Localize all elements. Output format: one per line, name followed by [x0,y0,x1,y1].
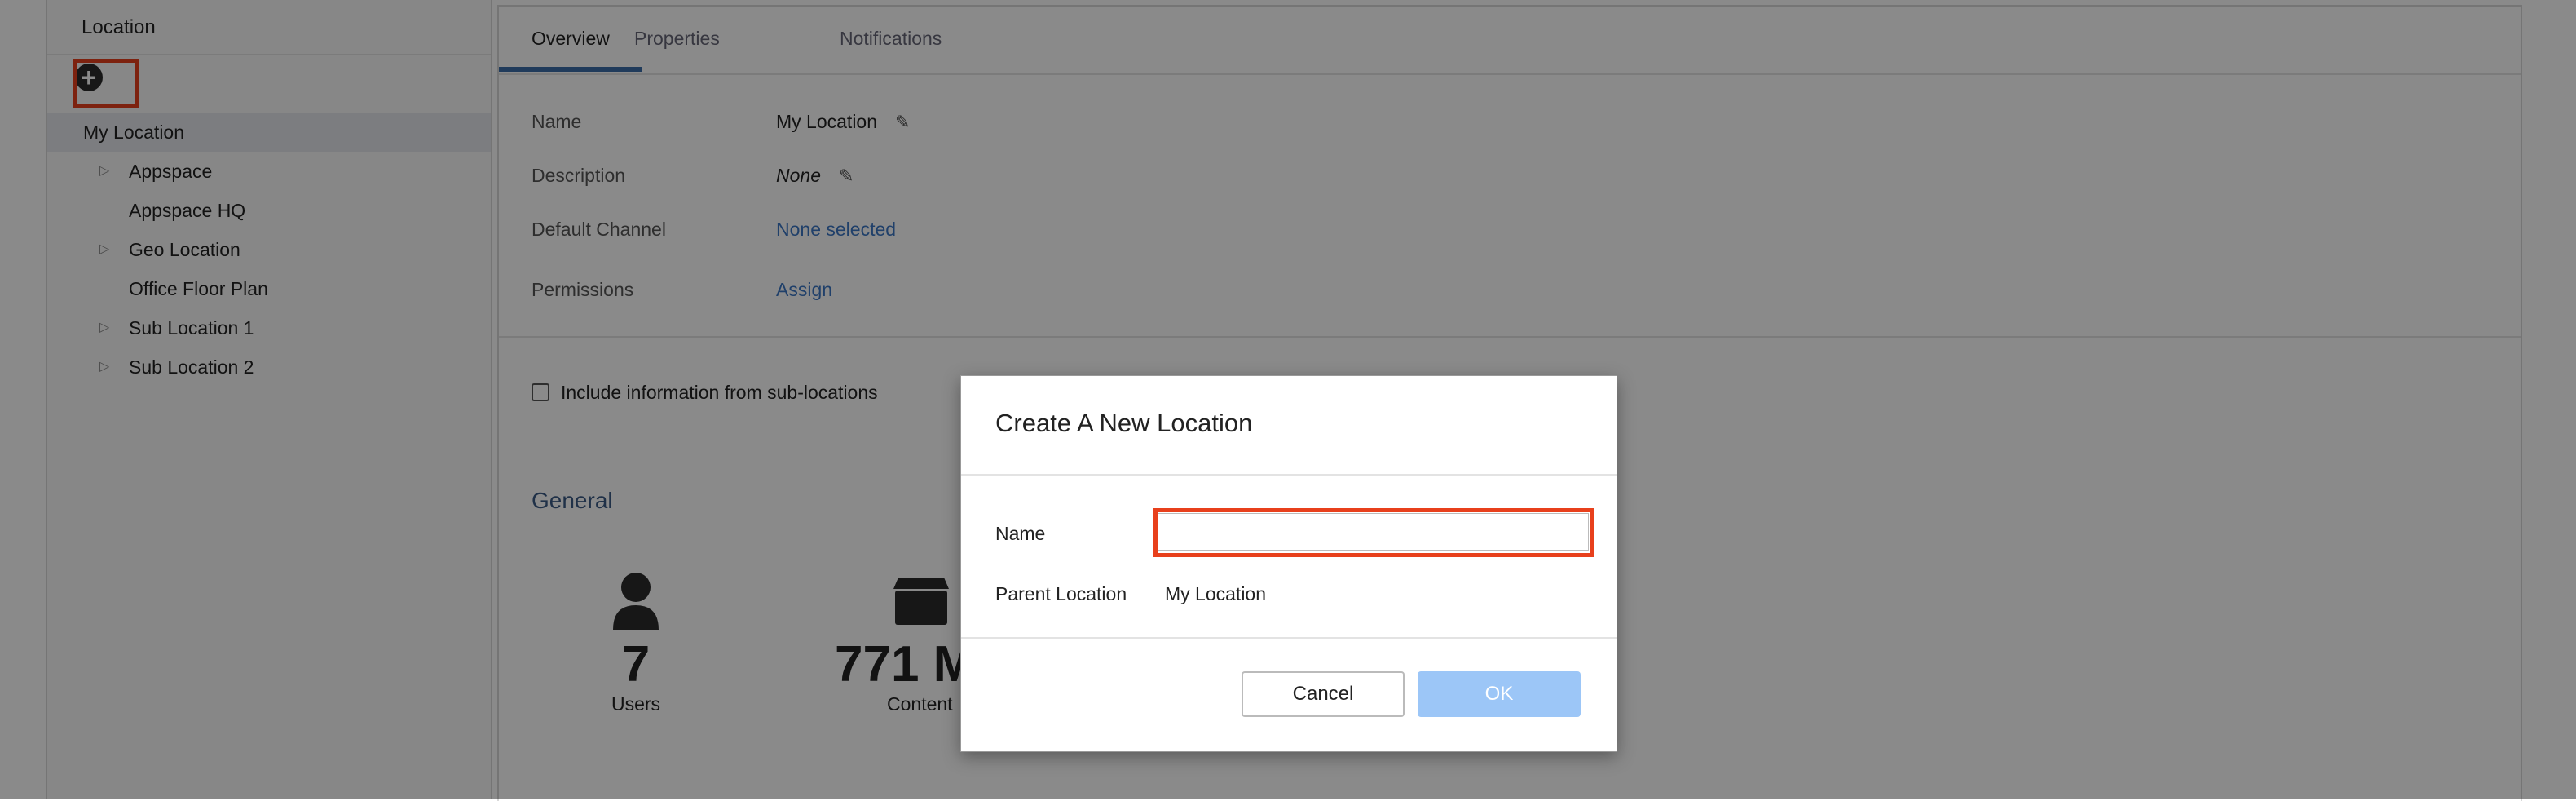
name-field-label: Name [995,523,1046,544]
parent-location-value: My Location [1165,583,1267,604]
dialog-title: Create A New Location [995,409,1253,437]
parent-location-label: Parent Location [995,583,1127,604]
divider [961,637,1617,639]
ok-button[interactable]: OK [1418,671,1581,717]
cancel-button[interactable]: Cancel [1242,671,1405,717]
divider [961,474,1617,476]
create-location-dialog: Create A New Location Name Parent Locati… [960,375,1617,752]
page: Location + My Location ▷ Appspace Appspa… [0,0,2576,801]
name-input-highlight [1153,508,1594,557]
